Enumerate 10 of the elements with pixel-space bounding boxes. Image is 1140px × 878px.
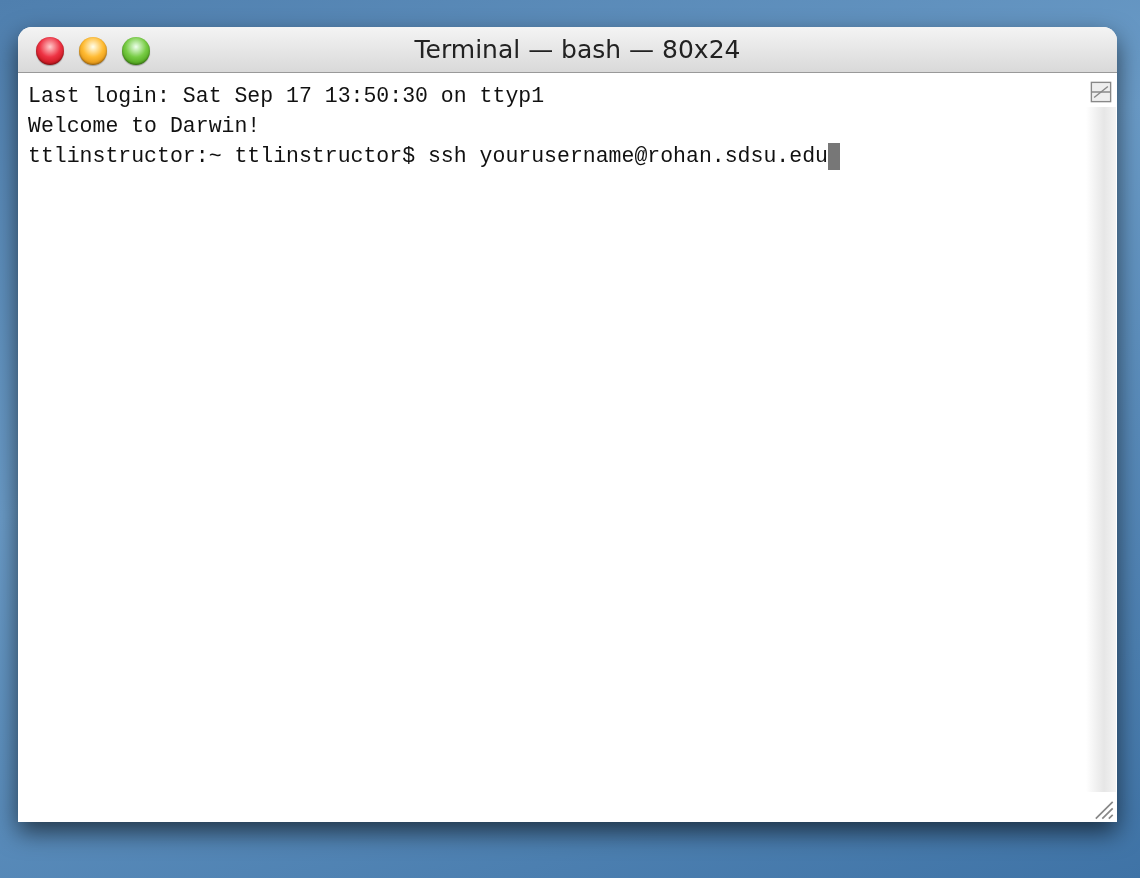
split-pane-icon[interactable] xyxy=(1090,81,1112,103)
window-title: Terminal — bash — 80x24 xyxy=(413,35,741,64)
terminal-line: ttlinstructor:~ ttlinstructor$ ssh yourusername@rohan.sdsu.edu xyxy=(28,143,828,170)
minimize-button[interactable] xyxy=(79,37,107,65)
terminal-output[interactable]: Last login: Sat Sep 17 13:50:30 on ttyp1 Welcome to Darwin! ttlinstructor:~ ttlinstructor$ ssh yourusername@rohan.sdsu.edu xyxy=(18,73,1085,822)
terminal-line: Welcome to Darwin! xyxy=(28,113,261,140)
zoom-button[interactable] xyxy=(122,37,150,65)
terminal-line: Last login: Sat Sep 17 13:50:30 on ttyp1 xyxy=(28,83,545,110)
close-button[interactable] xyxy=(36,37,64,65)
scrollbar-track[interactable] xyxy=(1086,107,1116,792)
